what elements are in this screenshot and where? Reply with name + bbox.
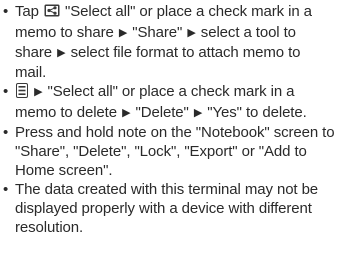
note-notebook: • Press and hold note on the "Notebook" …	[0, 123, 339, 180]
arrow-right-icon: ▶	[187, 27, 196, 39]
arrow-right-icon: ▶	[57, 47, 66, 59]
note-share: • Tap "Select all" or place a check mark…	[0, 2, 339, 82]
arrow-right-icon: ▶	[118, 27, 128, 39]
note-text: "Delete"	[135, 104, 189, 121]
bullet: •	[3, 181, 9, 198]
arrow-right-icon: ▶	[122, 107, 131, 119]
menu-icon	[16, 83, 28, 103]
note-resolution: • The data created with this terminal ma…	[0, 180, 339, 237]
arrow-right-icon: ▶	[193, 107, 203, 119]
note-text: The data created with this terminal may …	[15, 181, 319, 236]
note-text: Press and hold note on the "Notebook" sc…	[15, 124, 335, 179]
note-delete: • ▶ "Select all" or place a check mark i…	[0, 82, 339, 123]
share-icon	[44, 3, 60, 23]
note-text: "Share"	[132, 24, 183, 41]
bullet: •	[3, 83, 9, 100]
arrow-right-icon: ▶	[34, 86, 43, 98]
notes-list: • Tap "Select all" or place a check mark…	[0, 0, 339, 237]
bullet: •	[3, 3, 9, 20]
note-text: Tap	[15, 3, 39, 20]
bullet: •	[3, 124, 9, 141]
note-text: "Yes" to delete.	[207, 104, 307, 121]
